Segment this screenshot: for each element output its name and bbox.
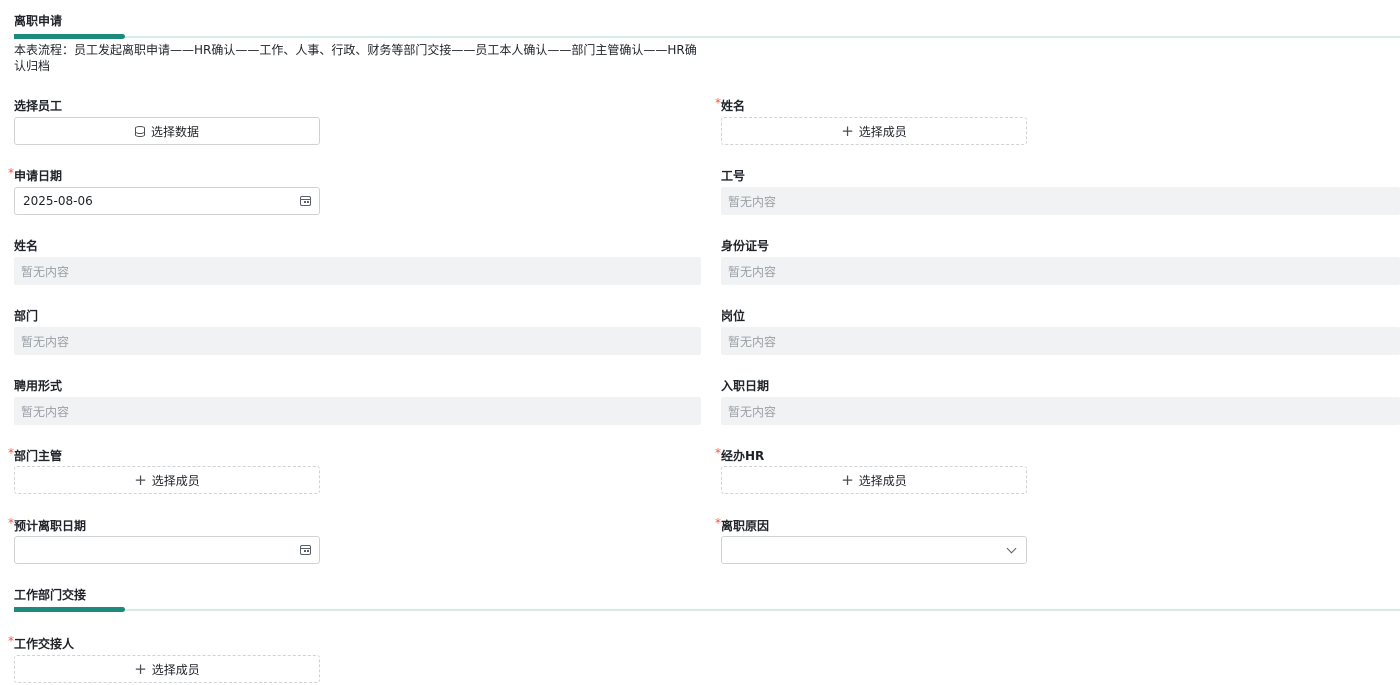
apply-date-value: 2025-08-06 xyxy=(23,194,93,208)
employee-no-field: 暂无内容 xyxy=(721,187,1400,215)
section-title-handover: 工作部门交接 xyxy=(14,588,87,602)
required-mark: * xyxy=(8,446,14,460)
handover-person-select-member-button[interactable]: + 选择成员 xyxy=(14,655,320,683)
required-mark: * xyxy=(8,516,14,530)
field-label-id-number: 身份证号 xyxy=(721,239,770,253)
section-title-resignation: 离职申请 xyxy=(14,14,63,28)
hire-date-field: 暂无内容 xyxy=(721,397,1400,425)
planned-leave-date-input[interactable] xyxy=(14,536,320,564)
department-field: 暂无内容 xyxy=(14,327,701,355)
calendar-icon[interactable] xyxy=(300,196,311,206)
required-mark: * xyxy=(715,446,721,460)
field-label-employment-type: 聘用形式 xyxy=(14,379,63,393)
handling-hr-select-member-button[interactable]: + 选择成员 xyxy=(721,466,1027,494)
select-data-label: 选择数据 xyxy=(150,124,199,139)
field-label-employee-no: 工号 xyxy=(721,169,746,183)
section-accent-bar xyxy=(14,34,125,39)
section-divider xyxy=(14,36,1400,38)
required-mark: * xyxy=(715,516,721,530)
plus-icon: + xyxy=(134,470,147,489)
required-mark: * xyxy=(8,166,14,180)
field-label-name-member: * 姓名 xyxy=(715,96,746,113)
leave-reason-select[interactable] xyxy=(721,536,1027,564)
field-label-hire-date: 入职日期 xyxy=(721,379,770,393)
plus-icon: + xyxy=(134,659,147,678)
field-label-position: 岗位 xyxy=(721,309,746,323)
required-mark: * xyxy=(715,96,721,110)
dept-manager-select-member-button[interactable]: + 选择成员 xyxy=(14,466,320,494)
field-label-select-employee: 选择员工 xyxy=(14,99,63,113)
select-data-button[interactable]: 选择数据 xyxy=(14,117,320,145)
name-select-member-button[interactable]: + 选择成员 xyxy=(721,117,1027,145)
required-mark: * xyxy=(8,634,14,648)
field-label-planned-leave-date: * 预计离职日期 xyxy=(8,516,87,533)
flow-description: 本表流程：员工发起离职申请——HR确认——工作、人事、行政、财务等部门交接——员… xyxy=(14,43,697,73)
database-icon xyxy=(134,125,145,137)
apply-date-input[interactable]: 2025-08-06 xyxy=(14,187,320,215)
plus-icon: + xyxy=(841,470,854,489)
field-label-department: 部门 xyxy=(14,309,39,323)
chevron-down-icon xyxy=(1006,543,1017,553)
section-accent-bar xyxy=(14,607,125,612)
field-label-apply-date: * 申请日期 xyxy=(8,166,63,183)
field-label-handling-hr: * 经办HR xyxy=(715,446,765,463)
employment-type-field: 暂无内容 xyxy=(14,397,701,425)
field-label-leave-reason: * 离职原因 xyxy=(715,516,770,533)
section-divider xyxy=(14,609,1400,611)
id-number-field: 暂无内容 xyxy=(721,257,1400,285)
calendar-icon[interactable] xyxy=(300,545,311,555)
position-field: 暂无内容 xyxy=(721,327,1400,355)
field-label-dept-manager: * 部门主管 xyxy=(8,446,63,463)
name-field: 暂无内容 xyxy=(14,257,701,285)
plus-icon: + xyxy=(841,121,854,140)
field-label-handover-person: * 工作交接人 xyxy=(8,634,75,651)
field-label-name: 姓名 xyxy=(14,239,39,253)
